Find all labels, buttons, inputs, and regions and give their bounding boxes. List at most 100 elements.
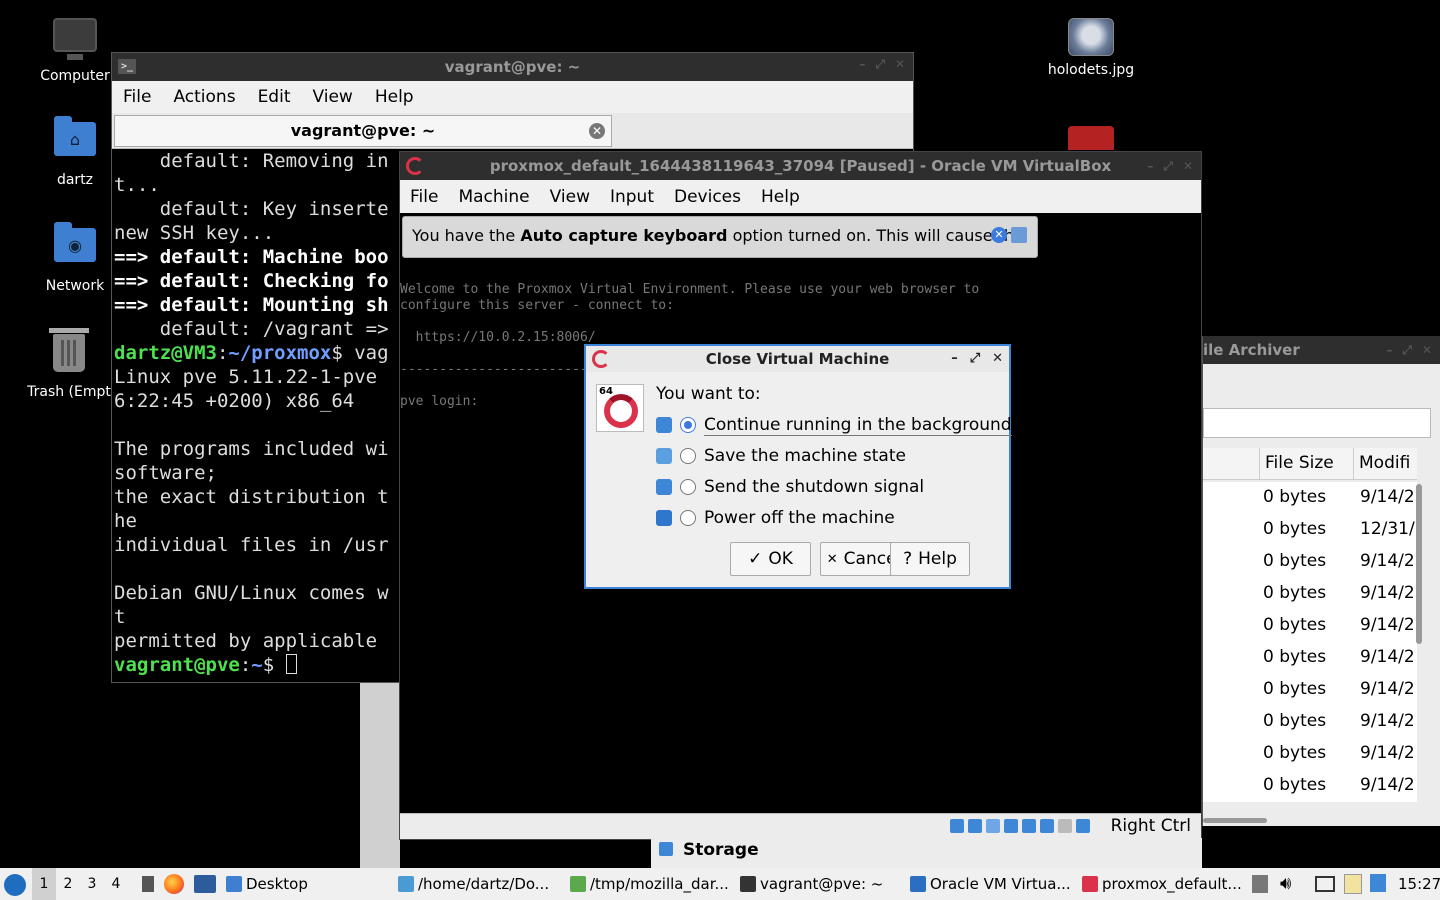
option-4[interactable]: Power off the machine xyxy=(656,505,895,531)
ok-label: OK xyxy=(768,549,793,569)
recording-icon[interactable] xyxy=(1058,819,1072,833)
keyboard-icon[interactable] xyxy=(1011,227,1027,243)
taskbar-item[interactable]: Desktop xyxy=(226,868,308,900)
desktop-icon-dartz[interactable]: ⌂ dartz xyxy=(30,116,120,188)
desktop-icon-network[interactable]: ◉ Network xyxy=(30,222,120,294)
maximize-icon[interactable]: ⤢ xyxy=(875,57,885,72)
menu-machine[interactable]: Machine xyxy=(448,187,539,207)
menu-file[interactable]: File xyxy=(112,87,162,107)
table-row[interactable]: 0 bytes 9/14/2 xyxy=(1203,482,1417,514)
menu-view[interactable]: View xyxy=(301,87,363,107)
radio-button[interactable] xyxy=(680,448,696,464)
desktop-icon-holodets[interactable]: holodets.jpg xyxy=(1046,18,1136,78)
notification-icon[interactable] xyxy=(1370,874,1386,892)
table-row[interactable]: 0 bytes 12/31/ xyxy=(1203,514,1417,546)
taskbar-item[interactable]: Oracle VM Virtua... xyxy=(910,868,1071,900)
menu-input[interactable]: Input xyxy=(600,187,664,207)
table-row[interactable]: 0 bytes 9/14/2 xyxy=(1203,770,1417,802)
workspace-4[interactable]: 4 xyxy=(104,868,128,900)
home-folder-icon: ⌂ xyxy=(53,116,97,166)
vbox-titlebar[interactable]: proxmox_default_1644438119643_37094 [Pau… xyxy=(400,152,1201,180)
menu-view[interactable]: View xyxy=(540,187,600,207)
column-modified[interactable]: Modifi xyxy=(1359,453,1410,473)
table-row[interactable]: 0 bytes 9/14/2 xyxy=(1203,546,1417,578)
table-row[interactable]: 0 bytes 9/14/2 xyxy=(1203,642,1417,674)
close-notice-icon[interactable]: ✕ xyxy=(991,227,1007,243)
terminal-titlebar[interactable]: >_ vagrant@pve: ~ – ⤢ ✕ xyxy=(112,53,913,81)
desktop-file-icon[interactable] xyxy=(1068,126,1114,150)
close-icon[interactable]: ✕ xyxy=(992,346,1003,372)
minimize-icon[interactable]: – xyxy=(1386,336,1392,364)
radio-button[interactable] xyxy=(680,417,696,433)
close-icon[interactable]: ✕ xyxy=(1422,336,1432,364)
table-row[interactable]: 0 bytes 9/14/2 xyxy=(1203,738,1417,770)
horizontal-scrollbar[interactable] xyxy=(1203,818,1267,823)
menu-actions[interactable]: Actions xyxy=(162,87,246,107)
table-row[interactable]: 0 bytes 9/14/2 xyxy=(1203,610,1417,642)
radio-button[interactable] xyxy=(680,479,696,495)
archiver-titlebar[interactable]: ile Archiver – ⤢ ✕ xyxy=(1203,336,1440,364)
maximize-icon[interactable]: ⤢ xyxy=(1402,336,1412,364)
close-icon[interactable]: ✕ xyxy=(1183,152,1193,180)
minimize-icon[interactable]: – xyxy=(1147,152,1153,180)
workspace-2[interactable]: 2 xyxy=(56,868,80,900)
mouse-integration-icon[interactable] xyxy=(1076,819,1090,833)
ok-button[interactable]: ✓ OK xyxy=(730,542,811,576)
menu-devices[interactable]: Devices xyxy=(664,187,751,207)
start-menu-icon[interactable] xyxy=(4,874,26,896)
dialog-titlebar[interactable]: Close Virtual Machine – ⤢ ✕ xyxy=(586,346,1009,372)
close-icon[interactable]: ✕ xyxy=(895,57,905,72)
workspace-1[interactable]: 1 xyxy=(32,868,56,900)
option-2[interactable]: Save the machine state xyxy=(656,443,906,469)
minimize-icon[interactable]: – xyxy=(951,346,958,372)
show-desktop-icon[interactable] xyxy=(194,875,216,893)
radio-button[interactable] xyxy=(680,510,696,526)
network-status-icon[interactable] xyxy=(1315,876,1335,892)
taskbar-item[interactable]: vagrant@pve: ~ xyxy=(740,868,883,900)
desktop-icon-trash[interactable]: Trash (Empt xyxy=(24,328,114,400)
close-vm-dialog[interactable]: Close Virtual Machine – ⤢ ✕ 64 You want to… xyxy=(584,344,1012,589)
storage-section: Storage xyxy=(651,838,1202,868)
taskbar-item[interactable]: /tmp/mozilla_dar... xyxy=(570,868,729,900)
menu-file[interactable]: File xyxy=(400,187,448,207)
help-icon: ? xyxy=(903,549,913,569)
desktop-icon-computer[interactable]: Computer xyxy=(30,18,120,84)
option-label: Send the shutdown signal xyxy=(704,477,925,497)
table-row[interactable]: 0 bytes 9/14/2 xyxy=(1203,578,1417,610)
option-1[interactable]: Continue running in the background xyxy=(656,412,1012,438)
hard-disk-icon[interactable] xyxy=(950,819,964,833)
close-tab-icon[interactable]: ✕ xyxy=(589,123,605,139)
maximize-icon[interactable]: ⤢ xyxy=(970,346,980,372)
usb-icon[interactable] xyxy=(1022,819,1036,833)
workspace-3[interactable]: 3 xyxy=(80,868,104,900)
column-file-size[interactable]: File Size xyxy=(1265,453,1334,473)
clipboard-icon[interactable] xyxy=(1344,874,1362,894)
archiver-location-field[interactable] xyxy=(1203,408,1431,438)
vertical-scrollbar[interactable] xyxy=(1416,484,1422,644)
tray-app-icon[interactable] xyxy=(1252,875,1268,893)
volume-icon[interactable]: 🔊︎ xyxy=(1280,873,1291,894)
clock[interactable]: 15:27 xyxy=(1398,875,1440,893)
menu-help[interactable]: Help xyxy=(751,187,810,207)
audio-icon[interactable] xyxy=(986,819,1000,833)
network-icon[interactable] xyxy=(1004,819,1018,833)
file-archiver-window[interactable]: ile Archiver – ⤢ ✕ File Size Modifi 0 byte… xyxy=(1202,336,1440,826)
terminal-tab[interactable]: vagrant@pve: ~ ✕ xyxy=(114,115,612,147)
maximize-icon[interactable]: ⤢ xyxy=(1163,152,1173,180)
optical-drive-icon[interactable] xyxy=(968,819,982,833)
table-row[interactable]: 0 bytes 9/14/2 xyxy=(1203,706,1417,738)
taskbar-item[interactable]: /home/dartz/Do... xyxy=(398,868,549,900)
background-window-edge xyxy=(360,683,400,868)
shared-folder-icon[interactable] xyxy=(1040,819,1054,833)
help-button[interactable]: ? Help xyxy=(890,542,970,576)
minimize-icon[interactable]: – xyxy=(859,57,865,72)
menu-edit[interactable]: Edit xyxy=(247,87,302,107)
firefox-launcher-icon[interactable] xyxy=(164,874,184,894)
window-controls: – ⤢ ✕ xyxy=(859,57,905,72)
taskbar-item[interactable]: proxmox_default... xyxy=(1082,868,1242,900)
modified-cell: 9/14/2 xyxy=(1360,583,1415,603)
menu-help[interactable]: Help xyxy=(364,87,425,107)
file-manager-launcher-icon[interactable] xyxy=(142,876,154,892)
table-row[interactable]: 0 bytes 9/14/2 xyxy=(1203,674,1417,706)
option-3[interactable]: Send the shutdown signal xyxy=(656,474,924,500)
